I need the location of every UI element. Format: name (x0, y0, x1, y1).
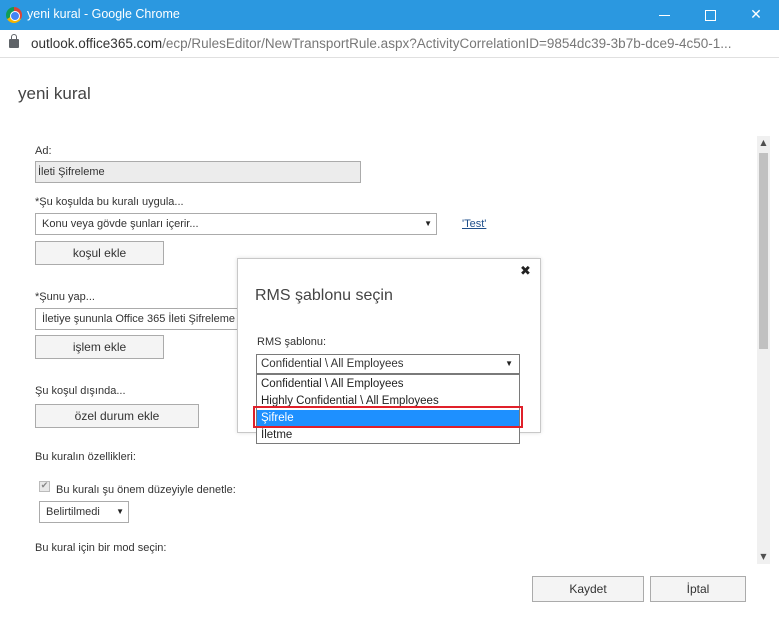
dropdown-arrow-icon: ▼ (424, 219, 432, 228)
lock-icon (9, 34, 19, 48)
scroll-thumb[interactable] (759, 153, 768, 349)
url-text[interactable]: outlook.office365.com/ecp/RulesEditor/Ne… (31, 36, 732, 51)
rms-option[interactable]: İletme (257, 427, 519, 444)
condition-label: *Şu koşulda bu kuralı uygula... (35, 196, 184, 208)
condition-value: Konu veya gövde şunları içerir... (42, 218, 199, 230)
scroll-up-icon[interactable]: ▲ (757, 136, 770, 150)
exception-label: Şu koşul dışında... (35, 385, 126, 397)
rms-selected-value: Confidential \ All Employees (261, 358, 404, 370)
scroll-down-icon[interactable]: ▼ (757, 550, 770, 564)
chrome-logo-icon (6, 7, 22, 23)
action-label: *Şunu yap... (35, 291, 95, 303)
action-field[interactable]: İletiye şununla Office 365 İleti Şifrele… (35, 308, 255, 330)
properties-label: Bu kuralın özellikleri: (35, 451, 136, 463)
window-title: yeni kural - Google Chrome (27, 7, 180, 21)
url-host: outlook.office365.com (31, 36, 163, 51)
maximize-button[interactable] (687, 0, 733, 30)
name-label: Ad: (35, 145, 52, 157)
close-window-button[interactable]: ✕ (733, 0, 779, 30)
minimize-icon (658, 14, 670, 16)
condition-dropdown[interactable]: Konu veya gövde şunları içerir... ▼ (35, 213, 437, 235)
highlight-box (253, 406, 523, 428)
mode-label: Bu kural için bir mod seçin: (35, 542, 167, 554)
select-arrow-icon: ▼ (505, 359, 513, 368)
scrollbar[interactable]: ▲ ▼ (757, 136, 770, 564)
minimize-button[interactable] (641, 0, 687, 30)
title-bar: yeni kural - Google Chrome ✕ (0, 0, 779, 30)
test-link[interactable]: 'Test' (462, 218, 486, 230)
cancel-button[interactable]: İptal (650, 576, 746, 602)
dialog-close-icon[interactable]: ✖ (520, 264, 531, 279)
add-action-button[interactable]: işlem ekle (35, 335, 164, 359)
dialog-title: RMS şablonu seçin (255, 287, 393, 304)
audit-checkbox[interactable]: ✔ (39, 481, 50, 492)
severity-arrow-icon: ▼ (116, 507, 124, 516)
rms-template-select[interactable]: Confidential \ All Employees ▼ (256, 354, 520, 374)
rms-template-label: RMS şablonu: (257, 336, 327, 348)
add-condition-button[interactable]: koşul ekle (35, 241, 164, 265)
page-title: yeni kural (18, 84, 91, 103)
severity-value: Belirtilmedi (46, 506, 100, 518)
name-field[interactable]: İleti Şifreleme (35, 161, 361, 183)
url-path: /ecp/RulesEditor/NewTransportRule.aspx?A… (162, 36, 732, 51)
rms-option[interactable]: Confidential \ All Employees (257, 376, 519, 393)
save-button[interactable]: Kaydet (532, 576, 644, 602)
close-icon: ✕ (750, 7, 762, 23)
severity-dropdown[interactable]: Belirtilmedi ▼ (39, 501, 129, 523)
add-exception-button[interactable]: özel durum ekle (35, 404, 199, 428)
address-bar[interactable]: outlook.office365.com/ecp/RulesEditor/Ne… (0, 30, 779, 58)
maximize-icon (704, 9, 716, 21)
audit-label: Bu kuralı şu önem düzeyiyle denetle: (56, 484, 236, 496)
